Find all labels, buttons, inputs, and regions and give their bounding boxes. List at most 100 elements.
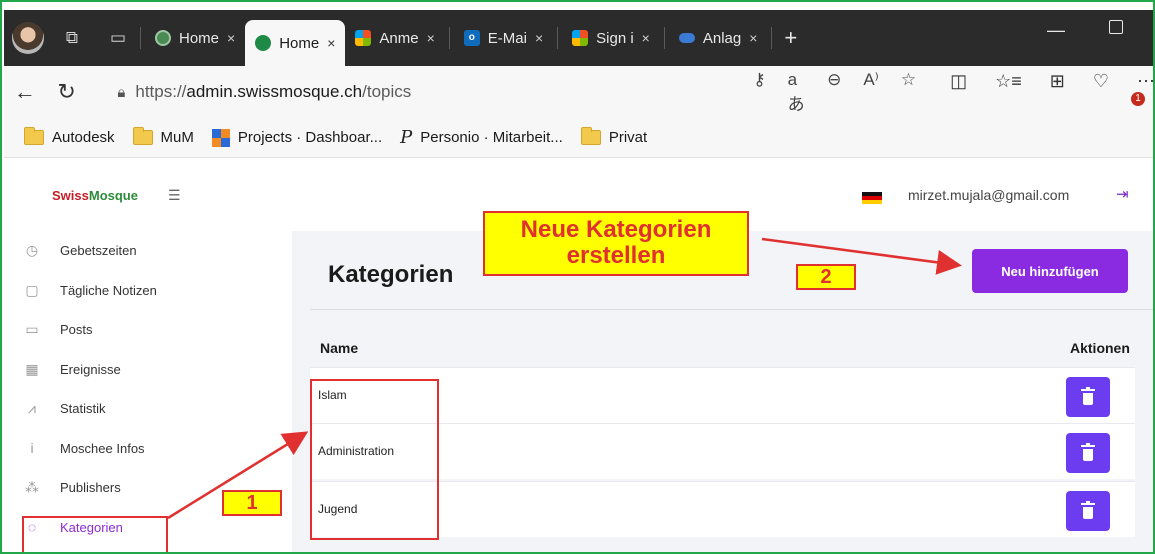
bookmark-privat[interactable]: Privat [580,127,647,146]
sidebar-item-gebetszeiten[interactable]: ◷ Gebetszeiten [4,231,292,271]
close-tab-icon[interactable]: × [749,30,757,46]
globe-favicon-icon [155,30,171,46]
vertical-tabs-icon[interactable]: ▭ [100,28,136,48]
address-tools: ⚷ aあ ⊖ A⁾ ☆ [753,70,916,115]
split-screen-icon[interactable]: ◫ [950,71,967,113]
step-marker-2: 2 [796,264,856,290]
close-tab-icon[interactable]: × [642,30,650,46]
delete-button[interactable] [1066,377,1110,417]
trash-icon [1081,442,1095,461]
bookmarks-bar: Autodesk MuM Projects · Dashboar... P Pe… [4,118,1153,158]
sidebar-item-moschee-infos[interactable]: i Moschee Infos [4,429,292,469]
logout-icon[interactable]: ⇥ [1116,185,1129,203]
browser-tab-bar: ⧉ ▭ Home × Home × Anme × o E-Mai × Sign … [4,10,1153,66]
more-menu-icon[interactable]: ⋯1 [1131,71,1153,113]
url-prefix: https:// [135,82,187,101]
bookmark-personio[interactable]: P Personio · Mitarbeit... [400,127,563,148]
brand-logo[interactable]: SwissMosque [52,188,138,203]
sidebar-item-label: Ereignisse [60,361,121,377]
screenshot-frame: ⧉ ▭ Home × Home × Anme × o E-Mai × Sign … [0,0,1155,554]
step-marker-1: 1 [222,490,282,516]
profile-avatar[interactable] [12,22,44,54]
tab-label: Anlag [702,29,742,47]
clock-icon: ◷ [25,242,39,259]
notification-badge: 1 [1131,92,1145,106]
add-category-button[interactable]: Neu hinzufügen [972,249,1128,293]
sidebar-item-label: Statistik [60,401,106,417]
chat-icon: ▭ [25,321,39,338]
bookmark-label: Projects · Dashboar... [237,129,383,146]
lock-icon[interactable]: 🔒︎ [117,84,125,101]
hamburger-menu-icon[interactable]: ☰ [168,187,181,204]
back-arrow-icon[interactable]: ← [4,79,46,105]
sidebar-item-label: Posts [60,322,93,338]
sidebar-item-ereignisse[interactable]: ▦ Ereignisse [4,350,292,390]
tab-separator [771,27,773,49]
close-tab-icon[interactable]: × [427,30,435,46]
sidebar-item-label: Gebetszeiten [60,243,137,259]
browser-tab[interactable]: Sign i × [562,18,660,58]
note-icon: ▢ [25,281,39,298]
top-strip [2,2,1153,10]
close-tab-icon[interactable]: × [535,30,543,46]
user-email: mirzet.mujala@gmail.com [908,187,1070,203]
favorites-icon[interactable]: ☆≡ [995,71,1022,113]
browser-tab[interactable]: Anme × [345,18,444,58]
folder-icon [580,127,601,145]
swissmosque-favicon-icon [255,35,272,51]
refresh-icon[interactable]: ↻ [46,79,88,105]
german-flag-icon[interactable] [862,192,882,204]
browser-tab[interactable]: Home × [145,18,245,58]
microsoft-favicon-icon [355,30,372,46]
tab-label: Anme [379,29,419,47]
tab-label: E-Mai [487,29,527,47]
browser-tab-active[interactable]: Home × [245,20,346,66]
cloud-favicon-icon [678,33,695,43]
sidebar-item-statistik[interactable]: ⩘ Statistik [4,389,292,429]
projects-icon [211,128,230,147]
close-tab-icon[interactable]: × [227,30,235,46]
url-host: admin.swissmosque.ch [186,82,363,101]
bookmark-mum[interactable]: MuM [132,127,194,146]
delete-button[interactable] [1066,433,1110,473]
read-aloud-icon[interactable]: A⁾ [863,70,879,115]
trash-icon [1081,500,1095,519]
maximize-icon[interactable] [1109,20,1123,34]
health-icon[interactable]: ♡ [1093,71,1109,113]
microsoft-favicon-icon [572,30,589,46]
folder-icon [24,127,44,145]
users-icon: ⁂ [25,479,39,496]
new-tab-icon[interactable]: + [784,25,797,51]
workspaces-icon[interactable]: ⧉ [54,28,90,48]
callout-line-1: Neue Kategorien [520,216,712,243]
address-bar-row: ← ↻ 🔒︎ https://admin.swissmosque.ch/topi… [4,66,1153,118]
key-icon[interactable]: ⚷ [753,70,765,115]
brand-part-2: Mosque [88,187,138,203]
zoom-out-icon[interactable]: ⊖ [827,70,841,115]
tab-separator [140,27,141,49]
sidebar-item-notizen[interactable]: ▢ Tägliche Notizen [4,271,292,311]
delete-button[interactable] [1066,491,1110,531]
trash-icon [1081,386,1095,405]
tab-label: Sign i [596,29,634,47]
bookmark-label: MuM [160,129,194,146]
brand-part-1: Swiss [52,187,89,203]
browser-tab[interactable]: o E-Mai × [454,18,553,58]
favorite-star-icon[interactable]: ☆ [901,70,916,115]
close-tab-icon[interactable]: × [327,35,335,51]
bookmark-projects[interactable]: Projects · Dashboar... [211,128,383,147]
tab-separator [557,27,559,49]
url-field[interactable]: 🔒︎ https://admin.swissmosque.ch/topics [117,82,733,102]
minimize-icon[interactable]: — [1047,20,1065,41]
translate-icon[interactable]: aあ [788,70,805,115]
sidebar-item-posts[interactable]: ▭ Posts [4,310,292,350]
browser-tab[interactable]: Anlag × [669,18,768,58]
sidebar-item-label: Moschee Infos [60,440,145,456]
highlight-box-sidebar [22,516,168,552]
bookmark-autodesk[interactable]: Autodesk [24,127,115,146]
collections-icon[interactable]: ⊞ [1050,71,1065,113]
folder-icon [132,127,153,145]
chart-icon: ⩘ [28,400,36,417]
sidebar-item-label: Tägliche Notizen [60,282,157,298]
column-header-actions: Aktionen [1070,340,1130,356]
